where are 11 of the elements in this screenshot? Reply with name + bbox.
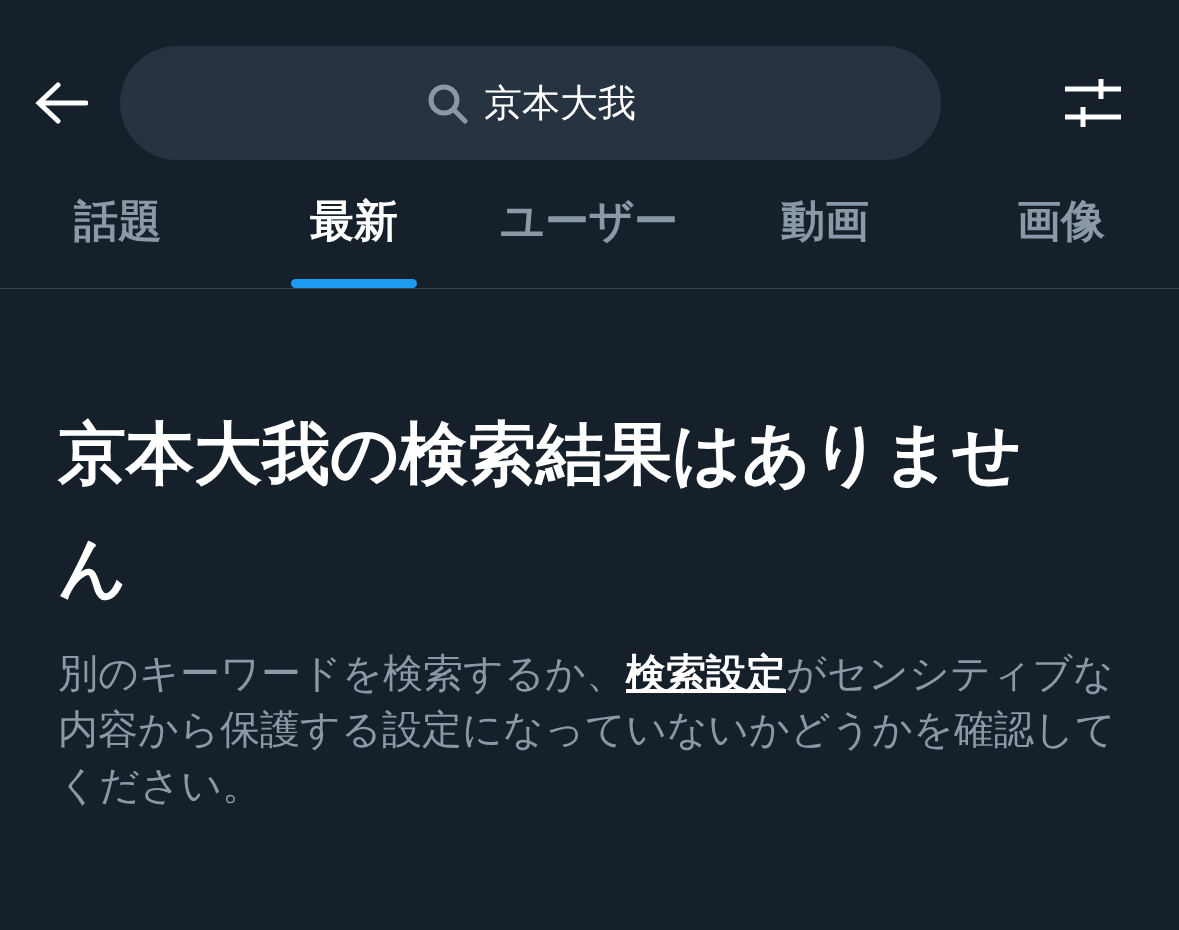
tab[interactable]: ユーザー [471,192,708,288]
empty-state-message: 別のキーワードを検索するか、検索設定がセンシティブな内容から保護する設定になっていないかどうかを確認してください。 [58,649,1117,810]
tab[interactable]: 最新 [235,192,472,288]
search-field[interactable]: 京本大我 [120,46,941,160]
settings-icon[interactable] [1063,77,1121,129]
empty-state-title: 京本大我の検索結果はありません [58,413,1023,609]
search-settings-link[interactable]: 検索設定 [626,650,786,696]
back-arrow-icon[interactable] [34,81,88,125]
tab[interactable]: 話題 [0,192,236,288]
tab[interactable]: 画像 [943,192,1179,288]
tab[interactable]: 動画 [707,192,944,288]
